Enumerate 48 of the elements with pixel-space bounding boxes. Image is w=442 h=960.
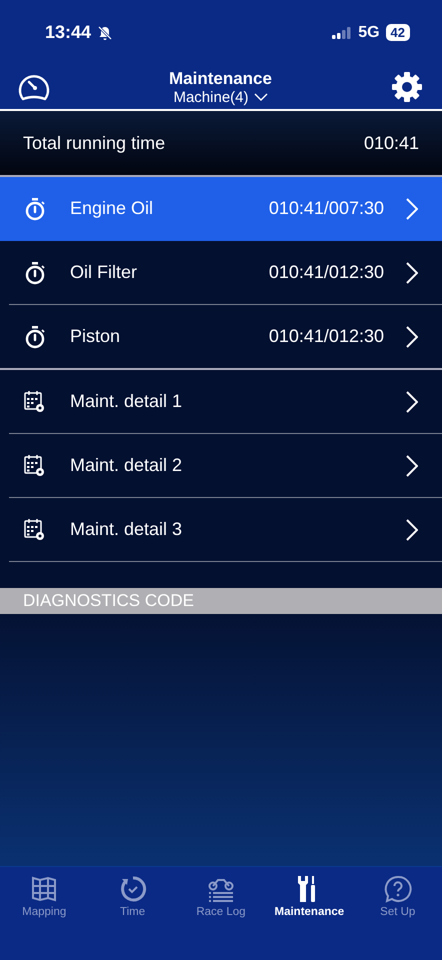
speedometer-icon[interactable]	[17, 72, 51, 102]
maintenance-row[interactable]: Piston 010:41/012:30	[0, 305, 442, 370]
maintenance-row[interactable]: Engine Oil 010:41/007:30	[0, 177, 442, 241]
item-label: Maint. detail 1	[70, 391, 184, 412]
battery-indicator: 42	[386, 24, 410, 41]
tab-bar-item[interactable]: Mapping	[1, 875, 88, 918]
item-time: 010:41/007:30	[268, 198, 384, 219]
tab-bar-item[interactable]: Set Up	[354, 875, 441, 918]
section-title: DIAGNOSTICS CODE	[23, 591, 194, 611]
maintenance-row[interactable]: Maint. detail 2	[9, 434, 442, 498]
item-label: Engine Oil	[70, 198, 154, 219]
network-label: 5G	[358, 24, 380, 42]
stopwatch-icon	[24, 196, 46, 220]
stopwatch-icon	[24, 260, 46, 284]
machine-dropdown[interactable]: Machine(4)	[173, 88, 268, 106]
maintenance-row[interactable]: Oil Filter 010:41/012:30	[9, 241, 442, 305]
chevron-right-icon	[406, 262, 418, 284]
item-label: Maint. detail 2	[70, 455, 184, 476]
chevron-right-icon	[406, 326, 418, 348]
maintenance-row[interactable]: Maint. detail 3	[9, 498, 442, 562]
signal-icon	[332, 26, 352, 38]
total-value: 010:41	[364, 132, 419, 154]
clock-time: 13:44	[45, 22, 92, 43]
chevron-right-icon	[406, 390, 418, 412]
tab-bar-item[interactable]: Race Log	[178, 875, 264, 918]
help-bubble-icon	[384, 875, 412, 903]
chevron-right-icon	[406, 454, 418, 476]
item-label: Maint. detail 3	[70, 519, 184, 540]
chevron-right-icon	[406, 198, 418, 220]
screen-title: Maintenance	[169, 68, 272, 88]
chevron-right-icon	[406, 518, 418, 540]
tab-bar-item[interactable]: Maintenance	[266, 875, 352, 918]
item-label: Piston	[70, 326, 122, 347]
muted-bell-icon	[97, 24, 114, 40]
total-label: Total running time	[23, 132, 166, 154]
chevron-down-icon	[254, 93, 268, 101]
settings-icon[interactable]	[390, 70, 424, 104]
tab-bar-item[interactable]: Time	[90, 875, 176, 918]
item-time: 010:41/012:30	[268, 262, 384, 283]
calendar-gear-icon	[24, 390, 46, 414]
map-grid-icon	[30, 875, 58, 903]
stopwatch-icon	[24, 324, 46, 348]
calendar-gear-icon	[24, 454, 46, 478]
item-time: 010:41/012:30	[268, 326, 384, 347]
calendar-gear-icon	[24, 518, 46, 542]
maintenance-row[interactable]: Maint. detail 1	[9, 370, 442, 434]
clock-refresh-icon	[118, 875, 147, 903]
item-label: Oil Filter	[70, 262, 138, 283]
